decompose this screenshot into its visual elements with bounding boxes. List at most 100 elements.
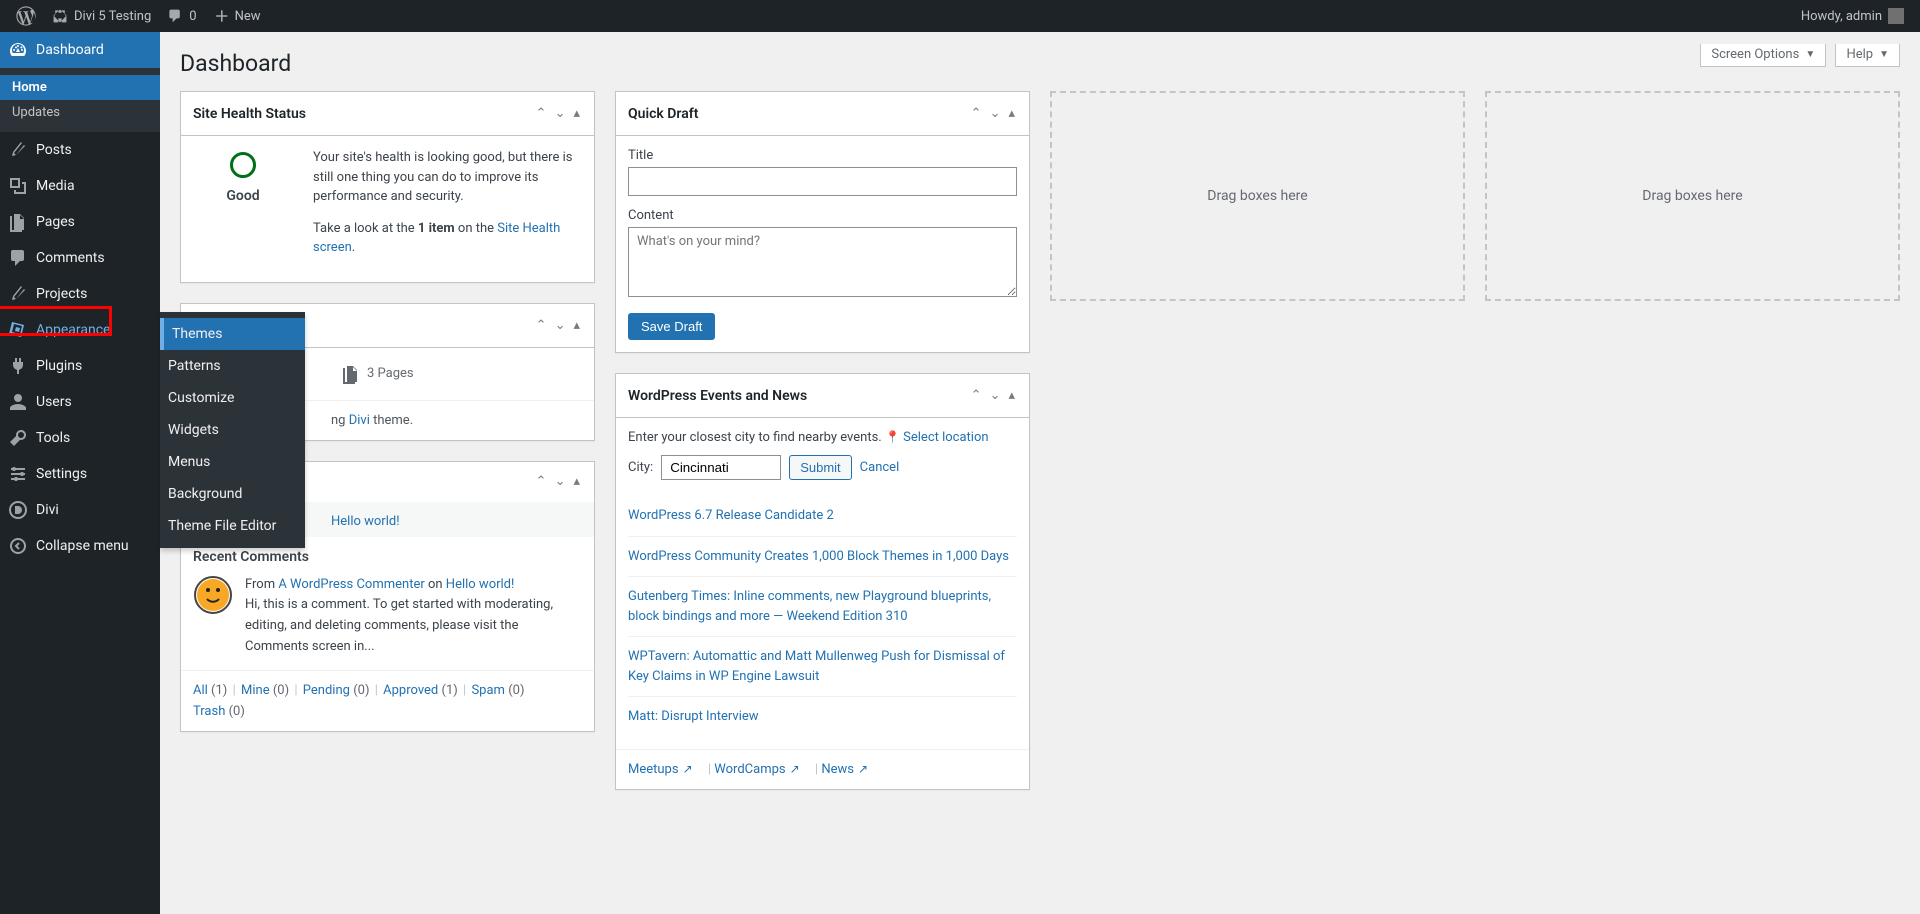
health-link-text: Take a look at the 1 item on the Site He… (313, 219, 582, 258)
comment-meta-line: From A WordPress Commenter on Hello worl… (245, 575, 582, 596)
recent-post-link[interactable]: Hello world! (331, 514, 400, 529)
move-up-icon[interactable]: ⌃ (969, 104, 984, 123)
city-cancel-link[interactable]: Cancel (860, 460, 900, 475)
filter-trash[interactable]: Trash (193, 704, 225, 719)
news-link[interactable]: WPTavern: Automattic and Matt Mullenweg … (628, 649, 1005, 684)
flyout-customize[interactable]: Customize (160, 382, 305, 414)
external-link-icon: ↗ (858, 762, 868, 776)
page-title: Dashboard (180, 50, 1900, 77)
comment-post-link[interactable]: Hello world! (446, 577, 515, 592)
move-down-icon[interactable]: ⌄ (988, 104, 1003, 123)
comment-author-link[interactable]: A WordPress Commenter (278, 577, 424, 592)
filter-pending[interactable]: Pending (303, 683, 350, 698)
menu-divi[interactable]: Divi (0, 492, 160, 528)
toggle-icon[interactable]: ▴ (571, 316, 582, 335)
screen-meta-links: Screen Options▼ Help▼ (1694, 44, 1900, 67)
user-avatar (1888, 8, 1904, 24)
flyout-themes[interactable]: Themes (160, 318, 305, 350)
news-link[interactable]: WordPress 6.7 Release Candidate 2 (628, 508, 834, 523)
glance-pages[interactable]: 3 Pages (341, 364, 414, 384)
draft-title-label: Title (628, 148, 1017, 163)
toolbar-comments[interactable]: 0 (159, 0, 204, 32)
move-down-icon[interactable]: ⌄ (553, 472, 568, 491)
toggle-icon[interactable]: ▴ (1006, 386, 1017, 405)
events-news-box: WordPress Events and News ⌃ ⌄ ▴ Enter yo… (615, 373, 1030, 790)
menu-settings[interactable]: Settings (0, 456, 160, 492)
submenu-home[interactable]: Home (0, 75, 160, 100)
site-health-box: Site Health Status ⌃ ⌄ ▴ Good (180, 91, 595, 283)
toolbar-comments-count: 0 (189, 9, 196, 24)
flyout-patterns[interactable]: Patterns (160, 350, 305, 382)
toolbar-account[interactable]: Howdy, admin (1793, 0, 1912, 32)
menu-tools[interactable]: Tools (0, 420, 160, 456)
move-down-icon[interactable]: ⌄ (988, 386, 1003, 405)
help-button[interactable]: Help▼ (1835, 44, 1900, 67)
city-label: City: (628, 460, 653, 475)
toggle-icon[interactable]: ▴ (1006, 104, 1017, 123)
site-health-title: Site Health Status (193, 106, 534, 122)
draft-title-input[interactable] (628, 167, 1017, 196)
location-pin-icon: 📍 (885, 430, 900, 444)
toolbar-new[interactable]: New (205, 0, 269, 32)
dropzone-2[interactable]: Drag boxes here (1485, 91, 1900, 301)
menu-pages[interactable]: Pages (0, 204, 160, 240)
select-location-link[interactable]: Select location (903, 430, 988, 445)
city-input[interactable] (661, 455, 781, 480)
menu-users[interactable]: Users (0, 384, 160, 420)
appearance-flyout: Themes Patterns Customize Widgets Menus … (160, 312, 305, 548)
move-up-icon[interactable]: ⌃ (534, 472, 549, 491)
external-link-icon: ↗ (790, 762, 800, 776)
admin-sidebar: Dashboard Home Updates Posts Media Pages… (0, 32, 160, 914)
flyout-menus[interactable]: Menus (160, 446, 305, 478)
wordcamps-link[interactable]: WordCamps↗ (714, 762, 799, 777)
quick-draft-title: Quick Draft (628, 106, 969, 122)
menu-posts[interactable]: Posts (0, 132, 160, 168)
flyout-theme-editor[interactable]: Theme File Editor (160, 510, 305, 542)
menu-appearance[interactable]: Appearance Themes Patterns Customize Wid… (0, 312, 160, 348)
draft-content-textarea[interactable] (628, 227, 1017, 297)
save-draft-button[interactable]: Save Draft (628, 313, 715, 340)
filter-spam[interactable]: Spam (471, 683, 505, 698)
news-link[interactable]: Matt: Disrupt Interview (628, 709, 759, 724)
menu-collapse[interactable]: Collapse menu (0, 528, 160, 564)
flyout-background[interactable]: Background (160, 478, 305, 510)
menu-media[interactable]: Media (0, 168, 160, 204)
move-down-icon[interactable]: ⌄ (553, 316, 568, 335)
health-indicator-icon (230, 152, 256, 178)
caret-down-icon: ▼ (1805, 49, 1815, 60)
city-submit-button[interactable]: Submit (789, 455, 851, 480)
toggle-icon[interactable]: ▴ (571, 472, 582, 491)
dropzone-1[interactable]: Drag boxes here (1050, 91, 1465, 301)
move-up-icon[interactable]: ⌃ (534, 316, 549, 335)
caret-down-icon: ▼ (1879, 49, 1889, 60)
menu-comments[interactable]: Comments (0, 240, 160, 276)
wp-logo[interactable] (8, 0, 44, 32)
draft-content-label: Content (628, 208, 1017, 223)
news-link[interactable]: WordPress Community Creates 1,000 Block … (628, 549, 1009, 564)
menu-projects[interactable]: Projects (0, 276, 160, 312)
theme-link[interactable]: Divi (349, 413, 370, 428)
meetups-link[interactable]: Meetups↗ (628, 762, 693, 777)
comment-body: Hi, this is a comment. To get started wi… (245, 595, 582, 657)
health-status-label: Good (193, 188, 293, 204)
news-link[interactable]: Gutenberg Times: Inline comments, new Pl… (628, 589, 991, 624)
news-footer-link[interactable]: News↗ (821, 762, 868, 777)
filter-all[interactable]: All (193, 683, 208, 698)
events-title: WordPress Events and News (628, 388, 969, 404)
filter-mine[interactable]: Mine (241, 683, 270, 698)
toolbar-new-label: New (235, 9, 261, 24)
site-name-link[interactable]: Divi 5 Testing (44, 0, 159, 32)
menu-dashboard[interactable]: Dashboard (0, 32, 160, 68)
filter-approved[interactable]: Approved (383, 683, 438, 698)
submenu-updates[interactable]: Updates (0, 100, 160, 125)
flyout-widgets[interactable]: Widgets (160, 414, 305, 446)
admin-toolbar: Divi 5 Testing 0 New Howdy, admin (0, 0, 1920, 32)
move-up-icon[interactable]: ⌃ (534, 104, 549, 123)
move-down-icon[interactable]: ⌄ (553, 104, 568, 123)
toggle-icon[interactable]: ▴ (571, 104, 582, 123)
menu-plugins[interactable]: Plugins (0, 348, 160, 384)
screen-options-button[interactable]: Screen Options▼ (1700, 44, 1826, 67)
comment-filters: All (1) | Mine (0) | Pending (0) | Appro… (181, 670, 594, 731)
external-link-icon: ↗ (683, 762, 693, 776)
move-up-icon[interactable]: ⌃ (969, 386, 984, 405)
